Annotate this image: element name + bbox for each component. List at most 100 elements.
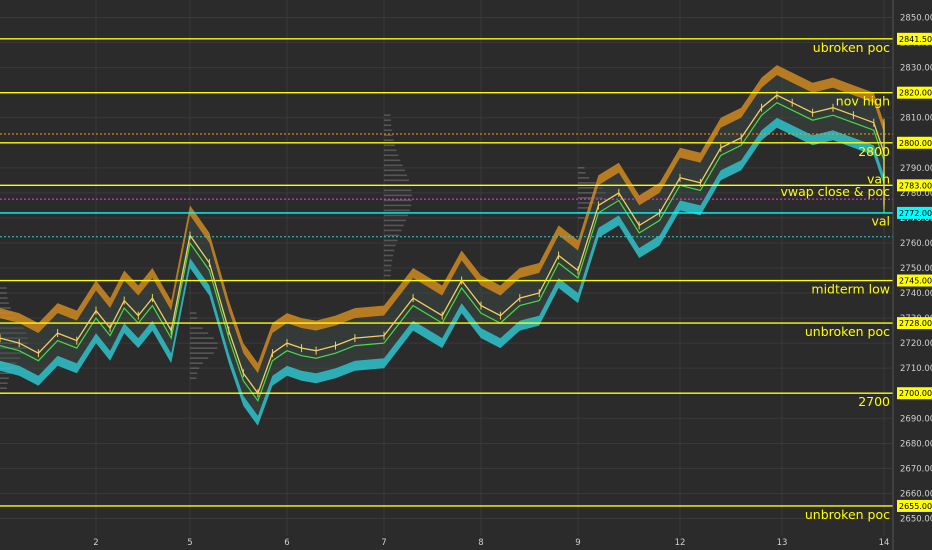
profile-bar — [384, 179, 409, 182]
y-tick-label: 2720.00 — [900, 339, 932, 349]
x-tick-label: 2 — [93, 538, 98, 548]
profile-bar — [190, 372, 198, 374]
profile-bar — [190, 312, 197, 314]
profile-bar — [384, 139, 394, 142]
level-label: 2800 — [858, 144, 890, 159]
profile-bar — [384, 239, 398, 242]
y-tick-label: 2740.00 — [900, 289, 932, 299]
price-badge-text: 2772.00 — [899, 209, 932, 218]
price-badge-text: 2800.00 — [899, 139, 932, 148]
level-label: unbroken poc — [805, 324, 890, 339]
profile-bar — [384, 154, 399, 157]
price-badge-text: 2820.00 — [899, 89, 932, 98]
level-label: nov high — [836, 94, 890, 109]
profile-bar — [384, 149, 397, 152]
profile-bar — [384, 219, 406, 222]
y-tick-label: 2850.00 — [900, 14, 932, 24]
profile-bar — [578, 207, 590, 209]
x-tick-label: 8 — [478, 538, 483, 548]
profile-bar — [384, 134, 393, 137]
y-tick-label: 2790.00 — [900, 164, 932, 174]
profile-bar — [0, 387, 7, 390]
profile-bar — [384, 214, 409, 217]
profile-bar — [384, 114, 391, 117]
profile-bar — [0, 297, 8, 299]
price-badge-text: 2700.00 — [899, 389, 932, 398]
profile-bar — [384, 144, 395, 147]
profile-bar — [384, 169, 405, 172]
profile-bar — [384, 224, 404, 227]
y-tick-label: 2750.00 — [900, 264, 932, 274]
level-label: val — [871, 213, 890, 228]
profile-bar — [384, 129, 392, 132]
y-tick-label: 2760.00 — [900, 239, 932, 249]
price-badge-text: 2745.00 — [899, 277, 932, 286]
profile-bar — [190, 327, 203, 329]
profile-bar — [578, 182, 596, 184]
profile-bar — [384, 259, 393, 262]
profile-bar — [384, 244, 396, 247]
y-tick-label: 2670.00 — [900, 464, 932, 474]
profile-bar — [384, 254, 394, 257]
x-tick-label: 9 — [575, 538, 580, 548]
price-badge-text: 2655.00 — [899, 502, 932, 511]
profile-bar — [384, 124, 392, 127]
profile-bar — [190, 337, 214, 339]
profile-bar — [384, 264, 392, 267]
profile-bar — [0, 382, 8, 385]
profile-bar — [0, 287, 7, 289]
profile-bar — [384, 209, 410, 212]
profile-bar — [190, 317, 198, 319]
profile-bar — [0, 292, 7, 294]
lower-band — [0, 117, 884, 426]
profile-bar — [0, 377, 9, 380]
price-badge-text: 2783.00 — [899, 181, 932, 190]
level-label: ubroken poc — [813, 40, 890, 55]
profile-bar — [578, 172, 586, 174]
x-tick-label: 12 — [675, 538, 686, 548]
level-label: unbroken poc — [805, 507, 890, 522]
profile-bar — [190, 377, 197, 380]
y-tick-label: 2660.00 — [900, 489, 932, 499]
profile-bar — [578, 177, 590, 179]
price-bands — [0, 65, 885, 426]
profile-bar — [190, 347, 218, 349]
y-tick-label: 2680.00 — [900, 439, 932, 449]
inner-band — [0, 75, 884, 416]
profile-bar — [384, 204, 412, 207]
y-tick-label: 2810.00 — [900, 114, 932, 124]
x-axis: 2 5 6 7 8 9 12 13 14 — [93, 538, 889, 548]
profile-bar — [384, 229, 402, 232]
profile-bar — [190, 367, 200, 369]
level-label: midterm low — [811, 282, 890, 297]
profile-bar — [384, 249, 395, 252]
price-chart[interactable]: 2650.00 2660.00 2670.00 2680.00 2690.00 2700.… — [0, 0, 932, 550]
price-badge-text: 2728.00 — [899, 319, 932, 328]
profile-bar — [190, 352, 214, 354]
price-badge-text: 2841.50 — [899, 35, 932, 44]
level-label: 2700 — [858, 394, 890, 409]
profile-bar — [578, 167, 585, 169]
x-tick-label: 7 — [381, 538, 386, 548]
x-tick-label: 13 — [777, 538, 788, 548]
profile-bar — [384, 194, 412, 197]
level-label: vwap close & poc — [780, 184, 890, 199]
profile-bar — [384, 274, 391, 277]
x-tick-label: 6 — [284, 538, 289, 548]
y-tick-label: 2710.00 — [900, 364, 932, 374]
profile-bar — [384, 164, 403, 167]
profile-bar — [190, 362, 203, 364]
y-tick-label: 2690.00 — [900, 414, 932, 424]
profile-bar — [190, 342, 218, 344]
profile-bar — [384, 269, 391, 272]
profile-bar — [190, 332, 209, 334]
x-tick-label: 14 — [879, 538, 890, 548]
x-tick-label: 5 — [187, 538, 192, 548]
y-tick-label: 2830.00 — [900, 64, 932, 74]
profile-bar — [384, 119, 391, 122]
profile-bar — [384, 159, 401, 162]
y-tick-label: 2650.00 — [900, 514, 932, 524]
profile-bar — [0, 302, 9, 304]
profile-bar — [384, 234, 400, 237]
profile-bar — [190, 357, 209, 359]
